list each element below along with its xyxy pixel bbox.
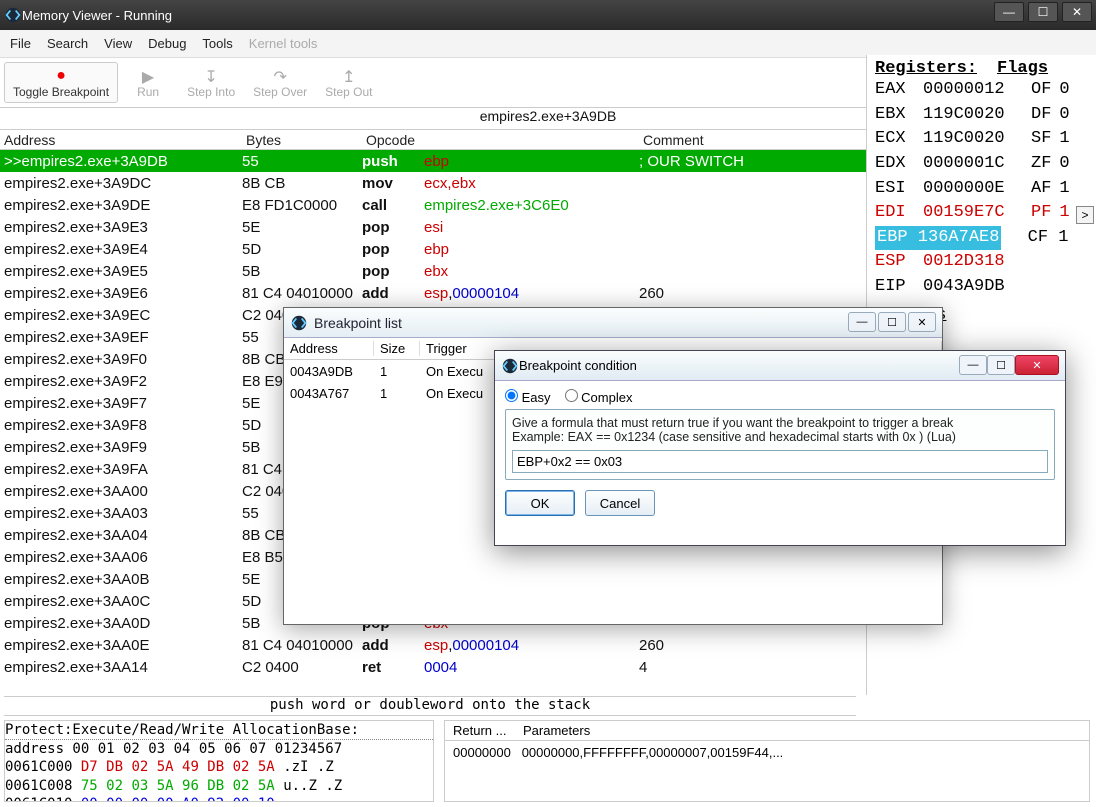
expand-registers-button[interactable]: >	[1076, 206, 1094, 224]
condition-input[interactable]	[512, 450, 1048, 473]
run-button[interactable]: ▶ Run	[118, 62, 178, 103]
bp-minimize-button[interactable]: —	[848, 312, 876, 332]
hex-row[interactable]: 0061C000 D7 DB 02 5A 49 DB 02 5A .zI .Z	[5, 758, 433, 776]
cond-close-button[interactable]: ✕	[1015, 355, 1059, 375]
cond-hint1: Give a formula that must return true if …	[512, 416, 1048, 430]
step-over-button[interactable]: ↷ Step Over	[244, 62, 316, 103]
step-out-icon: ↥	[342, 67, 355, 85]
hex-protect: Protect:Execute/Read/Write AllocationBas…	[5, 721, 433, 740]
cancel-button[interactable]: Cancel	[585, 490, 655, 516]
window-buttons: — ☐ ✕	[994, 2, 1092, 22]
menu-search[interactable]: Search	[47, 36, 88, 51]
callstack-panel[interactable]: Return ... Parameters 00000000 00000000,…	[444, 720, 1090, 802]
bp-col-address[interactable]: Address	[284, 341, 374, 356]
cond-hint2: Example: EAX == 0x1234 (case sensitive a…	[512, 430, 1048, 444]
bp-col-size[interactable]: Size	[374, 341, 420, 356]
cond-maximize-button[interactable]: ☐	[987, 355, 1015, 375]
bp-dialog-title: Breakpoint list	[314, 315, 402, 331]
maximize-button[interactable]: ☐	[1028, 2, 1058, 22]
cs-col-return[interactable]: Return ...	[445, 723, 515, 738]
step-out-button[interactable]: ↥ Step Out	[316, 62, 381, 103]
cs-col-params[interactable]: Parameters	[515, 723, 598, 738]
step-over-icon: ↷	[273, 67, 286, 85]
col-opcode[interactable]: Opcode	[362, 132, 424, 148]
menubar: File Search View Debug Tools Kernel tool…	[0, 30, 1096, 58]
menu-kernel-tools[interactable]: Kernel tools	[249, 36, 318, 51]
menu-view[interactable]: View	[104, 36, 132, 51]
hex-row[interactable]: 0061C010 00 00 00 00 A0 92 00 10 .......	[5, 795, 433, 802]
bp-close-button[interactable]: ✕	[908, 312, 936, 332]
register-row[interactable]: EDI00159E7CPF1	[875, 201, 1096, 226]
registers-heading: Registers:	[875, 59, 977, 78]
play-icon: ▶	[142, 67, 154, 85]
hex-dump[interactable]: Protect:Execute/Read/Write AllocationBas…	[4, 720, 434, 802]
minimize-button[interactable]: —	[994, 2, 1024, 22]
menu-file[interactable]: File	[10, 36, 31, 51]
condition-box: Give a formula that must return true if …	[505, 409, 1055, 480]
cond-dialog-titlebar[interactable]: Breakpoint condition — ☐ ✕	[495, 351, 1065, 381]
status-line: push word or doubleword onto the stack	[4, 696, 856, 716]
cond-minimize-button[interactable]: —	[959, 355, 987, 375]
cs-params: 00000000,FFFFFFFF,00000007,00159F44,...	[522, 745, 784, 760]
register-row[interactable]: EAX00000012OF0	[875, 78, 1096, 103]
main-titlebar: Memory Viewer - Running — ☐ ✕	[0, 0, 1096, 30]
breakpoint-condition-dialog: Breakpoint condition — ☐ ✕ Easy Complex …	[494, 350, 1066, 546]
register-row[interactable]: ECX119C0020SF1	[875, 127, 1096, 152]
register-row[interactable]: EIP0043A9DB	[875, 275, 1096, 300]
menu-tools[interactable]: Tools	[202, 36, 232, 51]
toggle-breakpoint-button[interactable]: ● Toggle Breakpoint	[4, 62, 118, 103]
cond-dialog-title: Breakpoint condition	[519, 358, 637, 373]
col-address[interactable]: Address	[0, 132, 242, 148]
register-row[interactable]: EDX0000001CZF0	[875, 152, 1096, 177]
hex-row[interactable]: 0061C008 75 02 03 5A 96 DB 02 5A u..Z .Z	[5, 777, 433, 795]
hex-header: address 00 01 02 03 04 05 06 07 01234567	[5, 740, 433, 758]
close-button[interactable]: ✕	[1062, 2, 1092, 22]
bp-dialog-titlebar[interactable]: Breakpoint list — ☐ ✕	[284, 308, 942, 338]
step-into-icon: ↧	[204, 67, 217, 85]
step-into-button[interactable]: ↧ Step Into	[178, 62, 244, 103]
app-icon	[501, 357, 519, 375]
complex-radio[interactable]: Complex	[565, 389, 633, 405]
register-row[interactable]: EBP 136A7AE8 CF 1	[875, 226, 1096, 251]
easy-radio[interactable]: Easy	[505, 389, 551, 405]
record-icon: ●	[56, 67, 66, 85]
register-row[interactable]: EBX119C0020DF0	[875, 103, 1096, 128]
register-row[interactable]: ESP0012D318	[875, 250, 1096, 275]
cs-return: 00000000	[453, 745, 511, 760]
app-icon	[4, 6, 22, 24]
app-icon	[290, 314, 308, 332]
ok-button[interactable]: OK	[505, 490, 575, 516]
bp-maximize-button[interactable]: ☐	[878, 312, 906, 332]
col-bytes[interactable]: Bytes	[242, 132, 362, 148]
menu-debug[interactable]: Debug	[148, 36, 186, 51]
flags-heading: Flags	[997, 59, 1048, 78]
window-title: Memory Viewer - Running	[22, 8, 172, 23]
register-row[interactable]: ESI0000000EAF1	[875, 177, 1096, 202]
